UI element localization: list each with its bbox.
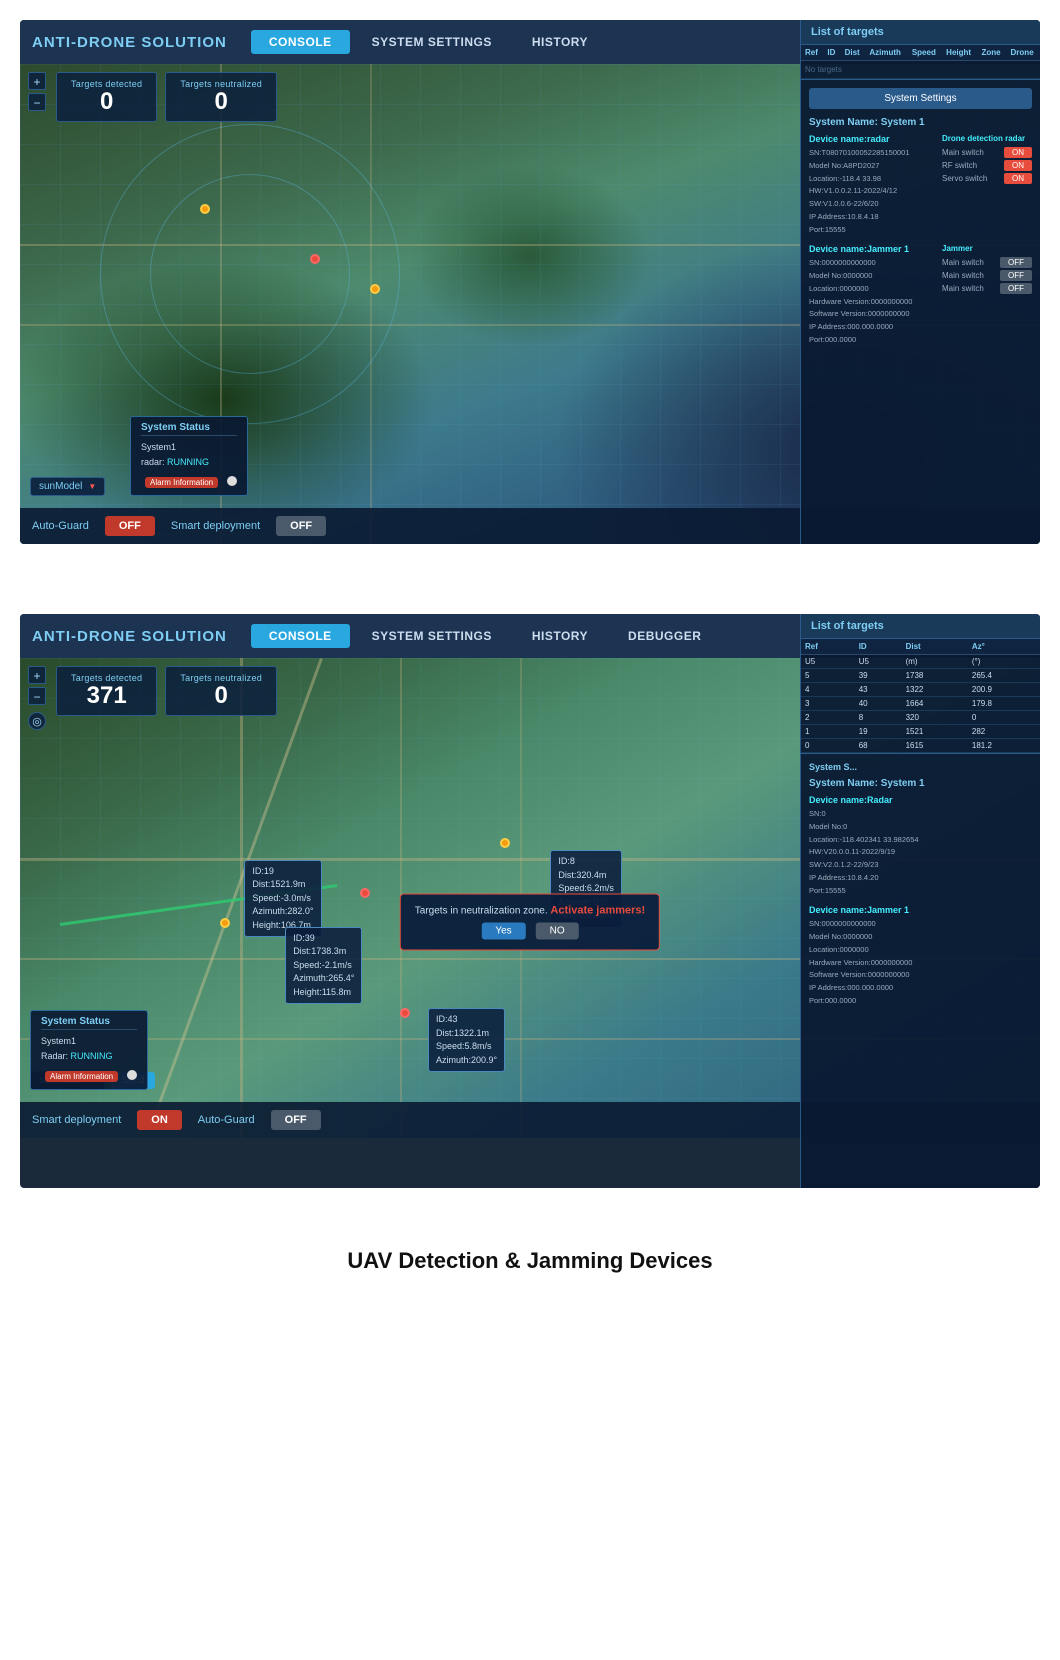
- drone-marker-yellow-1: [200, 204, 210, 214]
- alarm-badge-wrapper-1: Alarm Information: [141, 472, 237, 490]
- alarm-badge-wrapper-2: Alarm Information: [41, 1066, 137, 1084]
- sys-settings-btn-1[interactable]: System Settings: [809, 88, 1032, 109]
- radar-main-switch-1[interactable]: ON: [1004, 147, 1032, 158]
- jammer-details-2: SN:0000000000000 Model No:0000000 Locati…: [809, 918, 1032, 1007]
- alert-yes-btn-2[interactable]: Yes: [481, 923, 525, 940]
- auto-guard-toggle-1[interactable]: OFF: [105, 516, 155, 536]
- jammer-main-switch-1c[interactable]: OFF: [1000, 283, 1032, 294]
- drone-marker-red-1: [310, 254, 320, 264]
- tab-history-2[interactable]: HISTORY: [514, 624, 606, 648]
- road-v2: [370, 64, 372, 544]
- table-row: U5U5(m)(°): [801, 655, 1040, 669]
- drone-marker-yellow-2: [370, 284, 380, 294]
- jammer-details-1: SN:0000000000000 Model No:0000000 Locati…: [809, 257, 912, 346]
- tab-system-settings-1[interactable]: SYSTEM SETTINGS: [354, 30, 510, 54]
- zoom-out-btn-2[interactable]: −: [28, 687, 46, 705]
- map-left-controls-2: + − ◎: [28, 666, 46, 730]
- drone-marker-red-2a: [360, 888, 370, 898]
- system-settings-section-1: System Settings System Name: System 1 De…: [801, 79, 1040, 363]
- app-title-2: ANTI-DRONE SOLUTION: [32, 628, 227, 645]
- table-row: No targets: [801, 61, 1040, 79]
- alert-no-btn-2[interactable]: NO: [536, 923, 579, 940]
- radar-rf-switch-1[interactable]: ON: [1004, 160, 1032, 171]
- table-row: 1191521282: [801, 725, 1040, 739]
- table-row: 283200: [801, 711, 1040, 725]
- targets-table-2: Ref ID Dist Az° U5U5(m)(°)5391738265.444…: [801, 639, 1040, 753]
- nav-tabs-2: CONSOLE SYSTEM SETTINGS HISTORY DEBUGGER: [251, 624, 720, 648]
- drone-marker-red-2b: [400, 1008, 410, 1018]
- sun-model-arrow-1: ▼: [88, 482, 96, 491]
- tab-console-2[interactable]: CONSOLE: [251, 624, 350, 648]
- table-row: 0681615181.2: [801, 739, 1040, 753]
- radar-details-1: SN:T08070100052285150001 Model No:A8PD20…: [809, 147, 910, 236]
- screen1-panel: ANTI-DRONE SOLUTION CONSOLE SYSTEM SETTI…: [20, 20, 1040, 544]
- device-jammer-1: Device name:Jammer 1 SN:0000000000000 Mo…: [809, 244, 1032, 346]
- footer-title: UAV Detection & Jamming Devices: [20, 1228, 1040, 1304]
- tab-console-1[interactable]: CONSOLE: [251, 30, 350, 54]
- system-settings-section-2: System S... System Name: System 1 Device…: [801, 753, 1040, 1024]
- radar-details-2: SN:0 Model No:0 Location:-118.402341 33.…: [809, 808, 1032, 897]
- zoom-out-btn-1[interactable]: −: [28, 93, 46, 111]
- device-radar-2: Device name:Radar SN:0 Model No:0 Locati…: [809, 795, 1032, 897]
- zoom-in-btn-1[interactable]: +: [28, 72, 46, 90]
- map-left-controls-1: + −: [28, 72, 46, 111]
- screen1-body: + − Targets detected 0 Targets neutraliz…: [20, 64, 1040, 544]
- alert-buttons-2: Yes NO: [415, 923, 645, 940]
- system-status-radar-1: radar: RUNNING: [141, 455, 237, 469]
- targets-neutralized-box-2: Targets neutralized 0: [165, 666, 277, 716]
- system-status-system-2: System1: [41, 1034, 137, 1048]
- targets-detected-box-2: Targets detected 371: [56, 666, 157, 716]
- device-jammer-2: Device name:Jammer 1 SN:0000000000000 Mo…: [809, 905, 1032, 1007]
- stats-overlay-1: Targets detected 0 Targets neutralized 0: [56, 72, 277, 122]
- device-radar-1: Device name:radar SN:T080701000522851500…: [809, 134, 1032, 236]
- table-row: 5391738265.4: [801, 669, 1040, 683]
- stats-overlay-2: Targets detected 371 Targets neutralized…: [56, 666, 277, 716]
- sun-model-1[interactable]: sunModel ▼: [30, 477, 105, 496]
- zoom-in-btn-2[interactable]: +: [28, 666, 46, 684]
- jammer-main-switch-1b[interactable]: OFF: [1000, 270, 1032, 281]
- screen1-right-panel: List of targets Ref ID Dist Azimuth Spee…: [800, 20, 1040, 544]
- system-status-radar-2: Radar: RUNNING: [41, 1049, 137, 1063]
- targets-detected-box-1: Targets detected 0: [56, 72, 157, 122]
- radar-servo-switch-1[interactable]: ON: [1004, 173, 1032, 184]
- screen2-body: + − ◎ Targets detected 371 Targets neutr…: [20, 658, 1040, 1188]
- system-status-system-1: System1: [141, 440, 237, 454]
- radar-controls-1: Main switch ON RF switch ON Servo switch: [942, 147, 1032, 184]
- neutralization-alert-2: Targets in neutralization zone. Activate…: [400, 894, 660, 951]
- target-bubble-19: ID:19 Dist:1521.9m Speed:-3.0m/s Azimuth…: [244, 860, 321, 938]
- compass-btn-2[interactable]: ◎: [28, 712, 46, 730]
- drone-marker-yellow-2b: [500, 838, 510, 848]
- jammer-main-switch-1a[interactable]: OFF: [1000, 257, 1032, 268]
- alarm-indicator-1: [227, 476, 237, 486]
- drone-marker-yellow-2a: [220, 918, 230, 928]
- spacer: [20, 574, 1040, 584]
- system-status-2: System Status System1 Radar: RUNNING Ala…: [30, 1010, 148, 1090]
- screen2-right-panel: List of targets Ref ID Dist Az° U5U5(m)(…: [800, 614, 1040, 1188]
- targets-neutralized-box-1: Targets neutralized 0: [165, 72, 277, 122]
- alarm-indicator-2: [127, 1070, 137, 1080]
- tab-history-1[interactable]: HISTORY: [514, 30, 606, 54]
- auto-guard-toggle-2[interactable]: OFF: [271, 1110, 321, 1130]
- target-bubble-43: ID:43 Dist:1322.1m Speed:5.8m/s Azimuth:…: [428, 1008, 505, 1072]
- app-title-1: ANTI-DRONE SOLUTION: [32, 34, 227, 51]
- system-status-1: System Status System1 radar: RUNNING Ala…: [130, 416, 248, 496]
- target-bubble-39: ID:39 Dist:1738.3m Speed:-2.1m/s Azimuth…: [285, 927, 362, 1005]
- tab-system-settings-2[interactable]: SYSTEM SETTINGS: [354, 624, 510, 648]
- table-row: 3401664179.8: [801, 697, 1040, 711]
- smart-deploy-toggle-1[interactable]: OFF: [276, 516, 326, 536]
- smart-deploy-toggle-2[interactable]: ON: [137, 1110, 182, 1130]
- screen2-panel: ANTI-DRONE SOLUTION CONSOLE SYSTEM SETTI…: [20, 614, 1040, 1188]
- jammer-controls-1: Main switch OFF Main switch OFF Main swi…: [942, 257, 1032, 294]
- targets-table-1: Ref ID Dist Azimuth Speed Height Zone Dr…: [801, 45, 1040, 79]
- nav-tabs-1: CONSOLE SYSTEM SETTINGS HISTORY: [251, 30, 606, 54]
- tab-debugger-2[interactable]: DEBUGGER: [610, 624, 719, 648]
- table-row: 4431322200.9: [801, 683, 1040, 697]
